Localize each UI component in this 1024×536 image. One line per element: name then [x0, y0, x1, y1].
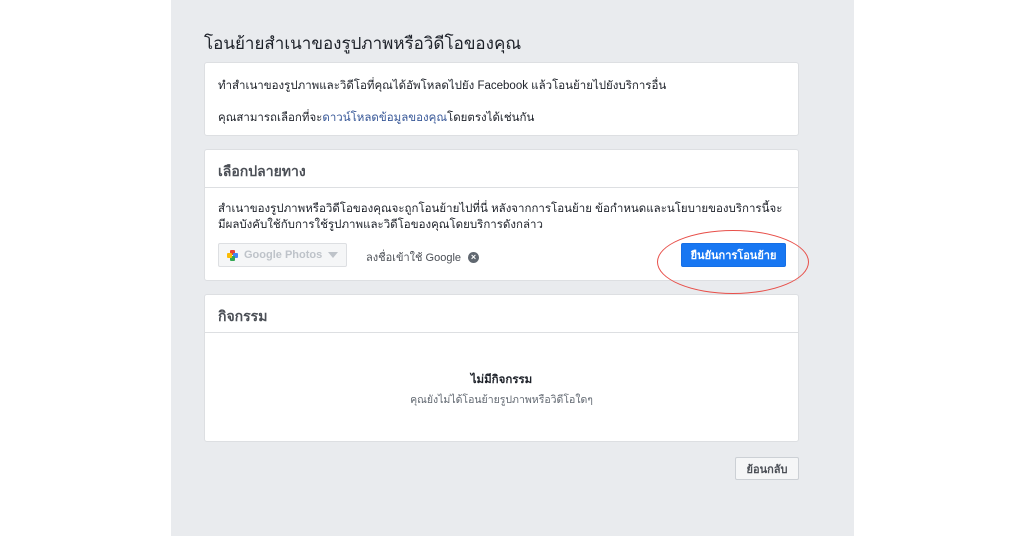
download-note-prefix: คุณสามารถเลือกที่จะ: [218, 112, 323, 124]
destination-description: สำเนาของรูปภาพหรือวิดีโอของคุณจะถูกโอนย้…: [218, 203, 783, 231]
provider-dropdown[interactable]: Google Photos: [218, 243, 347, 267]
caret-down-icon: [328, 252, 339, 258]
page-title: โอนย้ายสำเนาของรูปภาพหรือวิดีโอของคุณ: [204, 34, 522, 53]
highlight-annotation-ellipse: [657, 230, 809, 294]
clear-x-icon[interactable]: ×: [468, 251, 480, 263]
signed-in-status: ลงชื่อเข้าใช้ Google ×: [366, 248, 480, 266]
provider-selected-value: Google Photos: [244, 249, 323, 261]
intro-download-note: คุณสามารถเลือกที่จะดาวน์โหลดข้อมูลของคุณ…: [218, 109, 534, 127]
empty-activity-title: ไม่มีกิจกรรม: [470, 374, 533, 386]
destination-header: เลือกปลายทาง: [205, 150, 798, 188]
google-photos-pinwheel-icon: [227, 249, 238, 261]
signed-in-label: ลงชื่อเข้าใช้ Google: [366, 252, 462, 264]
back-button[interactable]: ย้อนกลับ: [735, 457, 799, 480]
intro-card: ทำสำเนาของรูปภาพและวิดีโอที่คุณได้อัพโหล…: [204, 62, 799, 136]
download-note-suffix: โดยตรงได้เช่นกัน: [447, 112, 535, 124]
activity-header: กิจกรรม: [205, 295, 798, 333]
empty-activity-subtitle: คุณยังไม่ได้โอนย้ายรูปภาพหรือวิดีโอใดๆ: [410, 394, 593, 406]
intro-description: ทำสำเนาของรูปภาพและวิดีโอที่คุณได้อัพโหล…: [218, 80, 667, 92]
download-your-info-link[interactable]: ดาวน์โหลดข้อมูลของคุณ: [322, 112, 447, 124]
activity-card: กิจกรรม ไม่มีกิจกรรม คุณยังไม่ได้โอนย้าย…: [204, 294, 799, 442]
